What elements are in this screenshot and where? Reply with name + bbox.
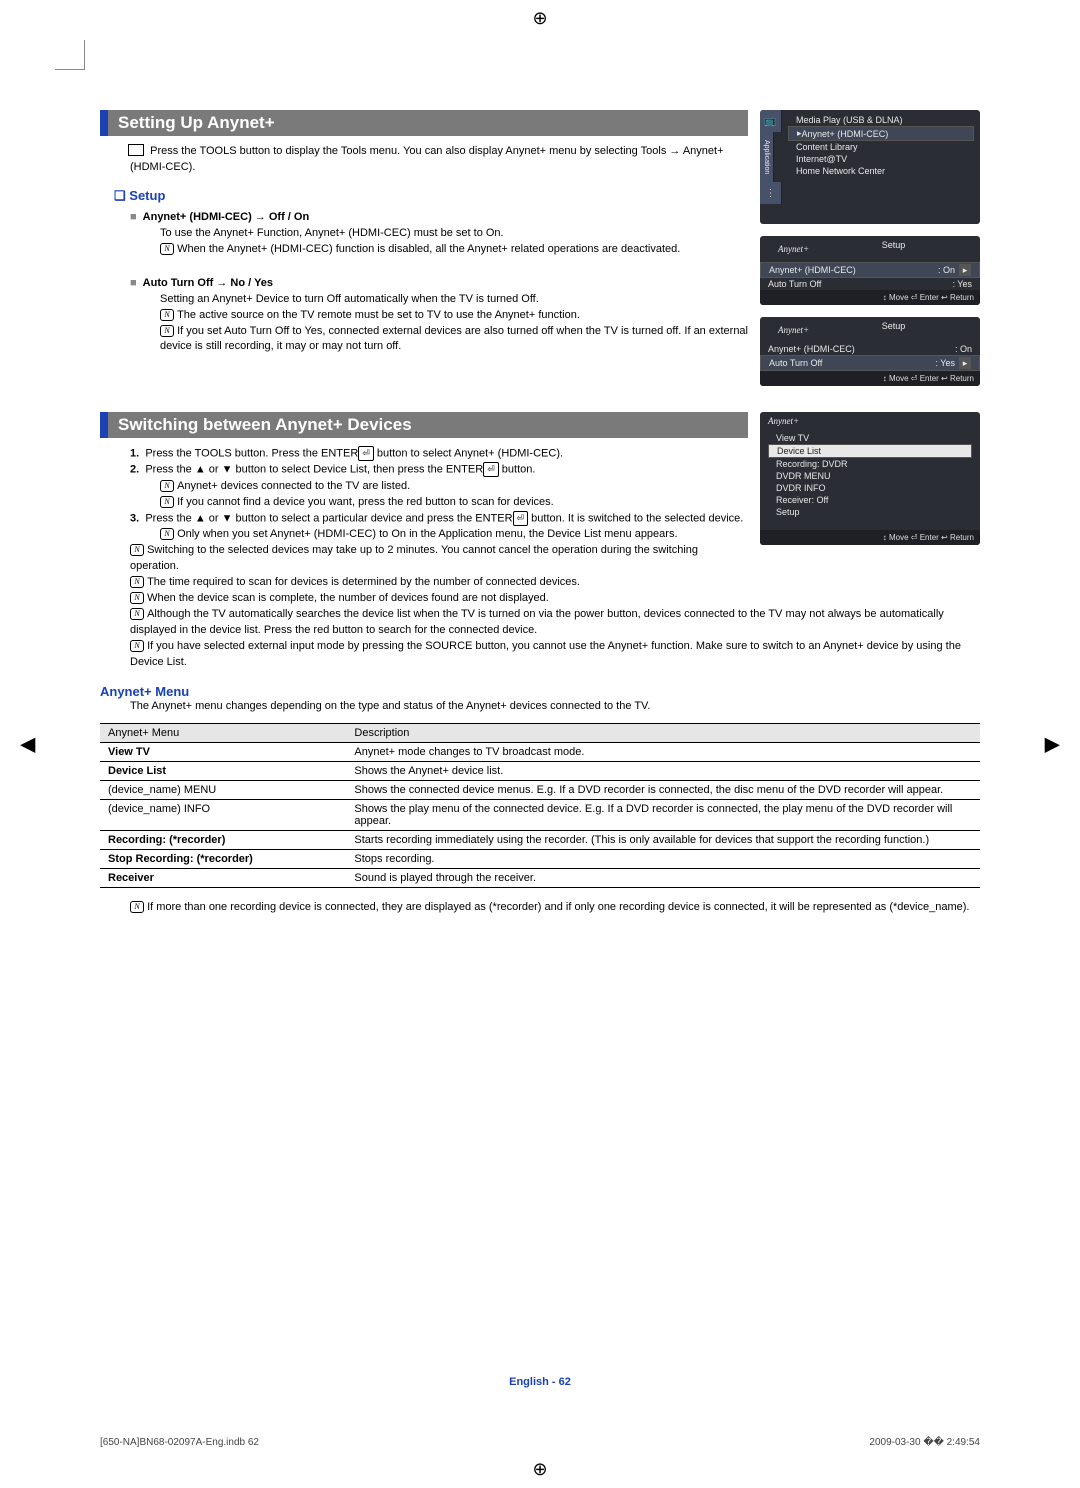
table-header: Anynet+ Menu [100, 724, 346, 743]
table-row: Recording: (*recorder)Starts recording i… [100, 831, 980, 850]
table-header: Description [346, 724, 980, 743]
registration-mark-bottom: ⊕ [532, 1459, 547, 1480]
print-file-ref: [650-NA]BN68-02097A-Eng.indb 62 [100, 1437, 259, 1448]
registration-mark-top: ⊕ [532, 8, 547, 29]
note-icon: N [160, 528, 174, 540]
osd-row-selected: Auto Turn Off: Yes▸ [760, 355, 980, 371]
arrow-right-icon: ▸ [959, 264, 971, 276]
menu-footnote: If more than one recording device is con… [147, 901, 969, 913]
osd-item-selected: Device List [768, 444, 972, 458]
note-icon: N [160, 480, 174, 492]
registration-mark-left: ◀ [20, 732, 35, 757]
osd-footer: ↕ Move ⏎ Enter ↩ Return [760, 371, 980, 386]
note-icon: N [160, 243, 174, 255]
note-icon: N [160, 496, 174, 508]
section-heading-setting-up: Setting Up Anynet+ [100, 110, 748, 136]
osd-item: View TV [768, 432, 972, 444]
osd-row: Anynet+ (HDMI-CEC): On [760, 343, 980, 355]
page-footer: English - 62 [100, 1376, 980, 1388]
osd-application-menu: 📺 Application ⋮ Media Play (USB & DLNA) … [760, 110, 980, 224]
registration-mark-right: ▶ [1045, 732, 1060, 757]
osd-item: Recording: DVDR [768, 458, 972, 470]
osd-device-list: Anynet+ View TV Device List Recording: D… [760, 412, 980, 545]
setup-subhead: Setup [114, 188, 748, 204]
item1-body: To use the Anynet+ Function, Anynet+ (HD… [160, 226, 748, 242]
table-row: (device_name) INFOShows the play menu of… [100, 800, 980, 831]
intro-text: Press the TOOLS button to display the To… [130, 145, 724, 173]
osd-tab-icon: 📺 [760, 110, 782, 132]
note-icon: N [160, 325, 174, 337]
osd-item: Receiver: Off [768, 494, 972, 506]
section-heading-switching: Switching between Anynet+ Devices [100, 412, 748, 438]
osd-title: Setup [882, 240, 906, 258]
step3: Press the ▲ or ▼ button to select a part… [145, 512, 512, 524]
osd-item-selected: ▸ Anynet+ (HDMI-CEC) [788, 126, 974, 141]
step2: Press the ▲ or ▼ button to select Device… [145, 464, 483, 476]
osd-title: Setup [882, 321, 906, 339]
note-icon: N [130, 640, 144, 652]
item1-title: Anynet+ (HDMI-CEC) → Off / On [143, 211, 310, 223]
osd-item: Media Play (USB & DLNA) [788, 114, 974, 126]
square-bullet-icon: ■ [130, 211, 137, 223]
osd-item: Internet@TV [788, 153, 974, 165]
anynet-menu-table: Anynet+ Menu Description View TVAnynet+ … [100, 723, 980, 888]
note-icon: N [160, 309, 174, 321]
item1-note: When the Anynet+ (HDMI-CEC) function is … [177, 243, 680, 255]
osd-item: Home Network Center [788, 165, 974, 177]
note-icon: N [130, 608, 144, 620]
item2-body: Setting an Anynet+ Device to turn Off au… [160, 292, 748, 308]
table-header-row: Anynet+ Menu Description [100, 724, 980, 743]
osd-brand: Anynet+ [770, 240, 817, 258]
osd-footer: ↕ Move ⏎ Enter ↩ Return [760, 290, 980, 305]
osd-tab-icon: ⋮ [760, 182, 782, 204]
print-timestamp: 2009-03-30 �� 2:49:54 [869, 1437, 980, 1448]
item2-note2: If you set Auto Turn Off to Yes, connect… [160, 325, 748, 353]
note-icon: N [130, 592, 144, 604]
note-icon: N [130, 901, 144, 913]
osd-footer: ↕ Move ⏎ Enter ↩ Return [760, 530, 980, 545]
osd-item: Setup [768, 506, 972, 518]
menu-intro: The Anynet+ menu changes depending on th… [130, 699, 980, 715]
note-icon: N [130, 576, 144, 588]
table-row: View TVAnynet+ mode changes to TV broadc… [100, 743, 980, 762]
heading-text: Switching between Anynet+ Devices [118, 415, 412, 434]
table-row: Device ListShows the Anynet+ device list… [100, 762, 980, 781]
square-bullet-icon: ■ [130, 277, 137, 289]
table-row: Stop Recording: (*recorder)Stops recordi… [100, 850, 980, 869]
step1: Press the TOOLS button. Press the ENTER [145, 447, 358, 459]
osd-item: DVDR MENU [768, 470, 972, 482]
enter-icon: ⏎ [483, 462, 499, 477]
enter-icon: ⏎ [358, 446, 374, 461]
osd-row: Auto Turn Off: Yes [760, 278, 980, 290]
anynet-menu-subhead: Anynet+ Menu [100, 684, 980, 699]
osd-item: DVDR INFO [768, 482, 972, 494]
osd-row-selected: Anynet+ (HDMI-CEC): On▸ [760, 262, 980, 278]
table-row: (device_name) MENUShows the connected de… [100, 781, 980, 800]
osd-brand: Anynet+ [770, 321, 817, 339]
note-icon: N [130, 544, 144, 556]
table-row: ReceiverSound is played through the rece… [100, 869, 980, 888]
osd-tab-application: Application [760, 132, 774, 182]
osd-setup-panel-1: Anynet+ Setup Anynet+ (HDMI-CEC): On▸ Au… [760, 236, 980, 305]
osd-brand: Anynet+ [760, 412, 980, 430]
item2-title: Auto Turn Off → No / Yes [143, 277, 273, 289]
osd-setup-panel-2: Anynet+ Setup Anynet+ (HDMI-CEC): On Aut… [760, 317, 980, 386]
tools-icon [130, 146, 144, 156]
item2-note1: The active source on the TV remote must … [177, 309, 580, 321]
arrow-right-icon: ▸ [959, 357, 971, 369]
page-content: Setting Up Anynet+ Press the TOOLS butto… [100, 110, 980, 1388]
intro-line: Press the TOOLS button to display the To… [130, 144, 748, 176]
print-footer: [650-NA]BN68-02097A-Eng.indb 62 2009-03-… [100, 1437, 980, 1448]
heading-text: Setting Up Anynet+ [118, 113, 275, 132]
enter-icon: ⏎ [513, 511, 529, 526]
crop-mark [55, 40, 85, 70]
osd-item: Content Library [788, 141, 974, 153]
